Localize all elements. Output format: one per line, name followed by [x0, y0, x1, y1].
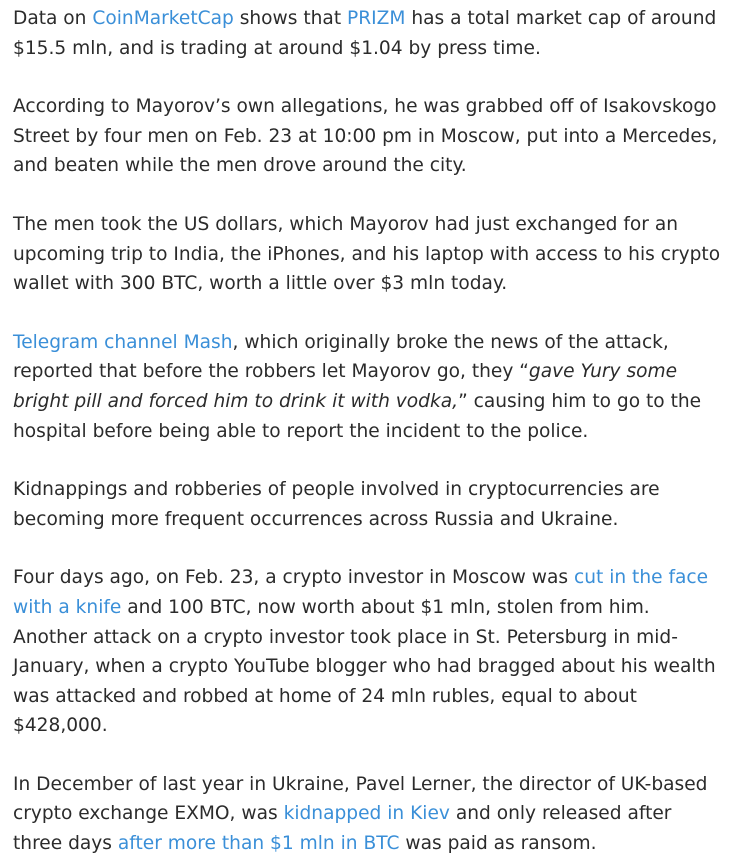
paragraph-stolen-items: The men took the US dollars, which Mayor…	[13, 213, 721, 295]
article-body: Data on CoinMarketCap shows that PRIZM h…	[0, 0, 740, 859]
paragraph-allegations: According to Mayorov’s own allegations, …	[13, 96, 718, 177]
paragraph-other-attacks: Four days ago, on Feb. 23, a crypto inve…	[13, 563, 726, 741]
kidnapped-in-kiev-link[interactable]: kidnapped in Kiev	[284, 803, 450, 824]
paragraph-text: was paid as ransom.	[399, 833, 597, 855]
coinmarketcap-link[interactable]: CoinMarketCap	[92, 8, 233, 29]
paragraph-trend: Kidnappings and robberies of people invo…	[13, 479, 660, 530]
prizm-link[interactable]: PRIZM	[347, 8, 405, 29]
paragraph-text: shows that	[233, 8, 348, 29]
paragraph-exmo: In December of last year in Ukraine, Pav…	[13, 770, 726, 859]
paragraph-text: Data on	[13, 8, 93, 29]
ransom-btc-link[interactable]: after more than $1 mln in BTC	[118, 833, 400, 854]
paragraph-telegram: Telegram channel Mash, which originally …	[13, 328, 726, 446]
paragraph-market-cap: Data on CoinMarketCap shows that PRIZM h…	[13, 4, 726, 63]
paragraph-text: Four days ago, on Feb. 23, a crypto inve…	[13, 567, 574, 589]
telegram-channel-mash-link[interactable]: Telegram channel Mash	[13, 332, 233, 353]
